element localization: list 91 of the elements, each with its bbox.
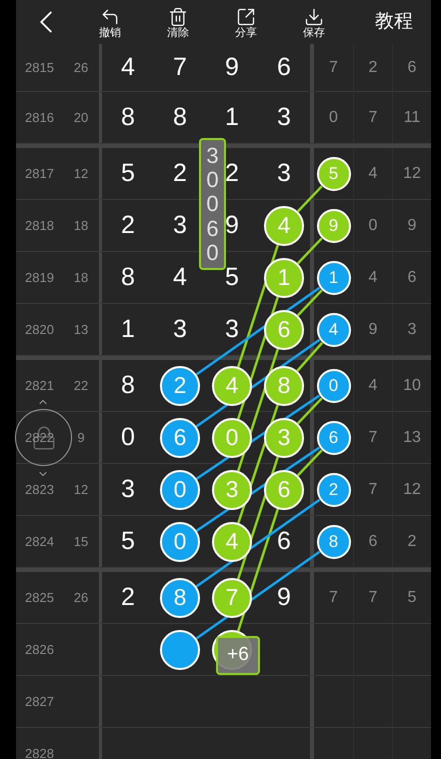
digit-cell-text: 2 xyxy=(225,158,239,189)
digit-cell-text: 4 xyxy=(121,52,135,83)
undo-button[interactable]: 撤销 xyxy=(76,4,144,40)
digit-cell-text: 3 xyxy=(173,210,187,241)
issue-number: 2827 xyxy=(25,695,54,708)
digit-cell-text: 3 xyxy=(277,102,291,133)
download-icon xyxy=(304,6,324,26)
stat-value: 0 xyxy=(329,108,338,128)
stat-value: 4 xyxy=(368,164,378,184)
candidate-column[interactable]: 30060 xyxy=(199,138,226,270)
stat-value: 12 xyxy=(403,480,421,500)
stat-value: 9 xyxy=(408,216,416,236)
digit-cell-text: 5 xyxy=(121,158,135,189)
digit-cell-text: 6 xyxy=(277,526,291,557)
trash-icon xyxy=(168,6,188,26)
digit-cell-text: 8 xyxy=(121,262,135,293)
sum-value: 18 xyxy=(74,216,88,235)
issue-number: 2825 xyxy=(25,591,54,604)
tutorial-button[interactable]: 教程 xyxy=(375,8,413,36)
issue-number: 2817 xyxy=(25,167,54,180)
digit-cell-text: 3 xyxy=(225,314,239,345)
issue-number: 2821 xyxy=(25,379,54,392)
sum-value: 20 xyxy=(74,108,88,127)
sum-value: 9 xyxy=(77,428,85,447)
digit-cell-text: 5 xyxy=(225,262,239,293)
stat-value: 7 xyxy=(329,588,338,608)
stat-value: 4 xyxy=(368,376,378,396)
digit-cell-text: 3 xyxy=(277,158,291,189)
stat-value: 2 xyxy=(368,58,378,78)
issue-number: 2826 xyxy=(25,643,54,656)
sum-value: 12 xyxy=(74,164,88,183)
stat-value: 7 xyxy=(368,108,378,128)
stat-value: 0 xyxy=(368,216,378,236)
sum-value: 13 xyxy=(74,320,88,339)
stat-value: 10 xyxy=(403,376,421,396)
digit-cell-text: 9 xyxy=(277,582,291,613)
digit-cell-text: 4 xyxy=(173,262,187,293)
digit-cell-text: 8 xyxy=(173,102,187,133)
download-button[interactable]: 保存 xyxy=(280,4,348,40)
share-button[interactable]: 分享 xyxy=(212,4,280,40)
issue-number: 2823 xyxy=(25,483,54,496)
stat-value: 6 xyxy=(408,268,416,288)
lock-button[interactable] xyxy=(15,409,72,466)
sum-value: 12 xyxy=(74,480,88,499)
stat-value: 11 xyxy=(404,108,420,128)
sum-value: 26 xyxy=(74,588,88,607)
digit-cell-text: 3 xyxy=(121,474,135,505)
digit-cell-text: 8 xyxy=(121,102,135,133)
digit-cell-text: 2 xyxy=(121,210,135,241)
stat-value: 6 xyxy=(408,58,416,78)
stat-value: 13 xyxy=(403,428,421,448)
trash-button[interactable]: 清除 xyxy=(144,4,212,40)
stat-value: 4 xyxy=(368,268,378,288)
stat-value: 12 xyxy=(403,164,421,184)
share-icon xyxy=(236,6,256,26)
digit-cell-text: 7 xyxy=(173,52,187,83)
digit-cell-text: 2 xyxy=(173,158,187,189)
connector-line xyxy=(296,185,323,212)
count-tooltip[interactable]: +6 xyxy=(216,636,260,675)
issue-number: 2824 xyxy=(25,535,54,548)
sum-value: 22 xyxy=(74,376,88,395)
issue-number: 2828 xyxy=(25,747,54,759)
issue-number: 2819 xyxy=(25,271,54,284)
stat-value: 2 xyxy=(408,532,416,552)
stat-value: 7 xyxy=(368,480,378,500)
stat-value: 9 xyxy=(368,320,378,340)
stat-value: 7 xyxy=(329,58,338,78)
undo-icon xyxy=(100,6,120,26)
digit-cell-text: 5 xyxy=(121,526,135,557)
digit-cell-text: 6 xyxy=(277,52,291,83)
digit-cell-text: 8 xyxy=(121,370,135,401)
stat-value: 6 xyxy=(368,532,378,552)
stat-value: 3 xyxy=(408,320,416,340)
issue-number: 2816 xyxy=(25,111,54,124)
sum-value: 26 xyxy=(74,58,88,77)
connector-line xyxy=(296,237,323,264)
issue-number: 2815 xyxy=(25,61,54,74)
issue-number: 2818 xyxy=(25,219,54,232)
sum-value: 18 xyxy=(74,268,88,287)
digit-cell-text: 2 xyxy=(121,582,135,613)
digit-cell-text: 3 xyxy=(173,314,187,345)
digit-cell-text: 1 xyxy=(121,314,135,345)
issue-number: 2820 xyxy=(25,323,54,336)
digit-cell-text: 0 xyxy=(121,422,135,453)
digit-cell-text: 9 xyxy=(225,52,239,83)
digit-cell-text: 9 xyxy=(225,210,239,241)
stat-value: 5 xyxy=(408,588,416,608)
digit-cell-text: 1 xyxy=(225,102,239,133)
stat-value: 7 xyxy=(368,428,378,448)
sum-value: 15 xyxy=(74,532,88,551)
stat-value: 7 xyxy=(368,588,378,608)
